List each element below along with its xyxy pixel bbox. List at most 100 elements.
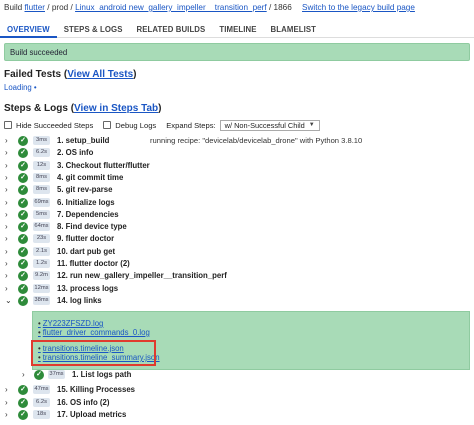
tab-blamelist[interactable]: BLAMELIST (264, 22, 324, 38)
tab-bar: OVERVIEW STEPS & LOGS RELATED BUILDS TIM… (0, 22, 474, 38)
legacy-page-link[interactable]: Switch to the legacy build page (302, 3, 415, 12)
substep-row[interactable]: › ✓ 37ms 1. List logs path (0, 370, 474, 383)
breadcrumb-prefix: Build (4, 3, 23, 12)
step-name[interactable]: 15. Killing Processes (57, 385, 135, 394)
check-circle-icon: ✓ (18, 283, 28, 294)
chevron-right-icon[interactable]: › (5, 161, 13, 170)
check-circle-icon: ✓ (18, 172, 28, 183)
breadcrumb-builder-link[interactable]: Linux_android new_gallery_impeller__tran… (75, 3, 267, 12)
check-circle-icon: ✓ (18, 295, 28, 306)
step-duration: 8ms (33, 173, 50, 182)
step-name[interactable]: 14. log links (57, 296, 102, 305)
chevron-right-icon[interactable]: › (5, 247, 13, 256)
step-duration: 6.2s (33, 398, 50, 407)
debug-logs-label: Debug Logs (115, 120, 157, 130)
check-circle-icon: ✓ (18, 221, 28, 232)
step-duration: 12ms (33, 284, 50, 293)
tab-steps-logs[interactable]: STEPS & LOGS (57, 22, 130, 38)
breadcrumb-separator: / (47, 3, 50, 12)
step-row[interactable]: › ✓ 8ms 5. git rev-parse (0, 183, 474, 196)
step-duration: 2.1s (33, 247, 50, 256)
check-circle-icon: ✓ (18, 409, 28, 420)
step-name[interactable]: 1. List logs path (72, 370, 131, 379)
chevron-right-icon[interactable]: › (5, 271, 13, 280)
step-duration: 1.2s (33, 259, 50, 268)
step-name[interactable]: 13. process logs (57, 284, 118, 293)
view-all-tests-link[interactable]: View All Tests (67, 69, 133, 80)
chevron-right-icon[interactable]: › (5, 185, 13, 194)
chevron-right-icon[interactable]: › (5, 173, 13, 182)
step-row[interactable]: › ✓ 9.2m 12. run new_gallery_impeller__tran… (0, 269, 474, 282)
log-link[interactable]: • flutter_driver_commands_0.log (38, 328, 150, 337)
check-circle-icon: ✓ (18, 246, 28, 257)
step-row[interactable]: ⌄ ✓ 38ms 14. log links (0, 294, 474, 307)
chevron-right-icon[interactable]: › (5, 234, 13, 243)
check-circle-icon: ✓ (18, 397, 28, 408)
chevron-right-icon[interactable]: › (5, 398, 13, 407)
chevron-down-icon: ▼ (308, 122, 315, 128)
step-name[interactable]: 8. Find device type (57, 222, 127, 231)
hide-succeeded-option[interactable]: Hide Succeeded Steps (4, 121, 93, 130)
step-duration: 38ms (33, 296, 50, 305)
log-link[interactable]: • ZY223ZFSZD.log (38, 319, 103, 328)
check-circle-icon: ✓ (34, 370, 44, 380)
step-name[interactable]: 10. dart pub get (57, 247, 115, 256)
expand-steps-label: Expand Steps: (166, 120, 216, 130)
loading-dots-icon: • (33, 83, 37, 92)
chevron-right-icon[interactable]: › (5, 136, 13, 145)
step-duration: 8ms (33, 185, 50, 194)
step-row[interactable]: › ✓ 23s 9. flutter doctor (0, 232, 474, 245)
step-description: running recipe: "devicelab/devicelab_dro… (150, 136, 363, 145)
debug-logs-checkbox[interactable] (103, 121, 112, 129)
tab-timeline[interactable]: TIMELINE (212, 22, 263, 38)
expand-steps-value: w/ Non-Successful Child (224, 120, 305, 130)
step-name[interactable]: 5. git rev-parse (57, 185, 112, 194)
step-name[interactable]: 7. Dependencies (57, 210, 119, 219)
step-name[interactable]: 9. flutter doctor (57, 234, 114, 243)
step-row[interactable]: › ✓ 6.2s 2. OS info (0, 146, 474, 159)
chevron-down-icon[interactable]: ⌄ (5, 296, 13, 305)
check-circle-icon: ✓ (18, 135, 28, 146)
step-name[interactable]: 2. OS info (57, 148, 93, 157)
step-name[interactable]: 3. Checkout flutter/flutter (57, 161, 150, 170)
check-circle-icon: ✓ (18, 384, 28, 395)
tab-overview[interactable]: OVERVIEW (0, 22, 57, 38)
chevron-right-icon[interactable]: › (5, 148, 13, 157)
hide-succeeded-checkbox[interactable] (4, 121, 12, 129)
chevron-right-icon[interactable]: › (22, 370, 30, 379)
chevron-right-icon[interactable]: › (5, 210, 13, 219)
chevron-right-icon[interactable]: › (5, 259, 13, 268)
failed-tests-heading: Failed Tests (View All Tests) (4, 69, 137, 80)
check-circle-icon: ✓ (18, 233, 28, 244)
loading-indicator: Loading • (4, 83, 37, 92)
chevron-right-icon[interactable]: › (5, 222, 13, 231)
tab-related-builds[interactable]: RELATED BUILDS (130, 22, 213, 38)
step-name[interactable]: 11. flutter doctor (2) (57, 259, 130, 268)
breadcrumb-separator: / (268, 3, 272, 12)
step-duration: 6.2s (33, 148, 50, 157)
step-name[interactable]: 12. run new_gallery_impeller__transition… (57, 271, 227, 280)
steps-logs-title: Steps & Logs (4, 103, 68, 114)
step-name[interactable]: 17. Upload metrics (57, 410, 126, 419)
step-name[interactable]: 4. git commit time (57, 173, 123, 182)
breadcrumb-bucket: prod (51, 3, 69, 12)
chevron-right-icon[interactable]: › (5, 385, 13, 394)
expand-steps-select[interactable]: w/ Non-Successful Child ▼ (219, 119, 320, 131)
hide-succeeded-label: Hide Succeeded Steps (16, 120, 94, 130)
check-circle-icon: ✓ (18, 270, 28, 281)
breadcrumb: Build flutter / prod / Linux_android new… (4, 3, 415, 15)
debug-logs-option[interactable]: Debug Logs (103, 121, 156, 130)
breadcrumb-project-link[interactable]: flutter (25, 3, 45, 12)
failed-tests-title: Failed Tests (4, 69, 62, 80)
chevron-right-icon[interactable]: › (5, 284, 13, 293)
step-name[interactable]: 1. setup_build (57, 136, 109, 145)
step-row[interactable]: › ✓ 47ms 15. Killing Processes (0, 383, 474, 396)
view-in-steps-tab-link[interactable]: View in Steps Tab (74, 103, 158, 114)
step-name[interactable]: 6. Initialize logs (57, 198, 115, 207)
step-row[interactable]: › ✓ 18s 17. Upload metrics (0, 408, 474, 421)
step-name[interactable]: 16. OS info (2) (57, 398, 109, 407)
chevron-right-icon[interactable]: › (5, 198, 13, 207)
step-duration: 64ms (33, 222, 50, 231)
chevron-right-icon[interactable]: › (5, 410, 13, 419)
check-circle-icon: ✓ (18, 184, 28, 195)
